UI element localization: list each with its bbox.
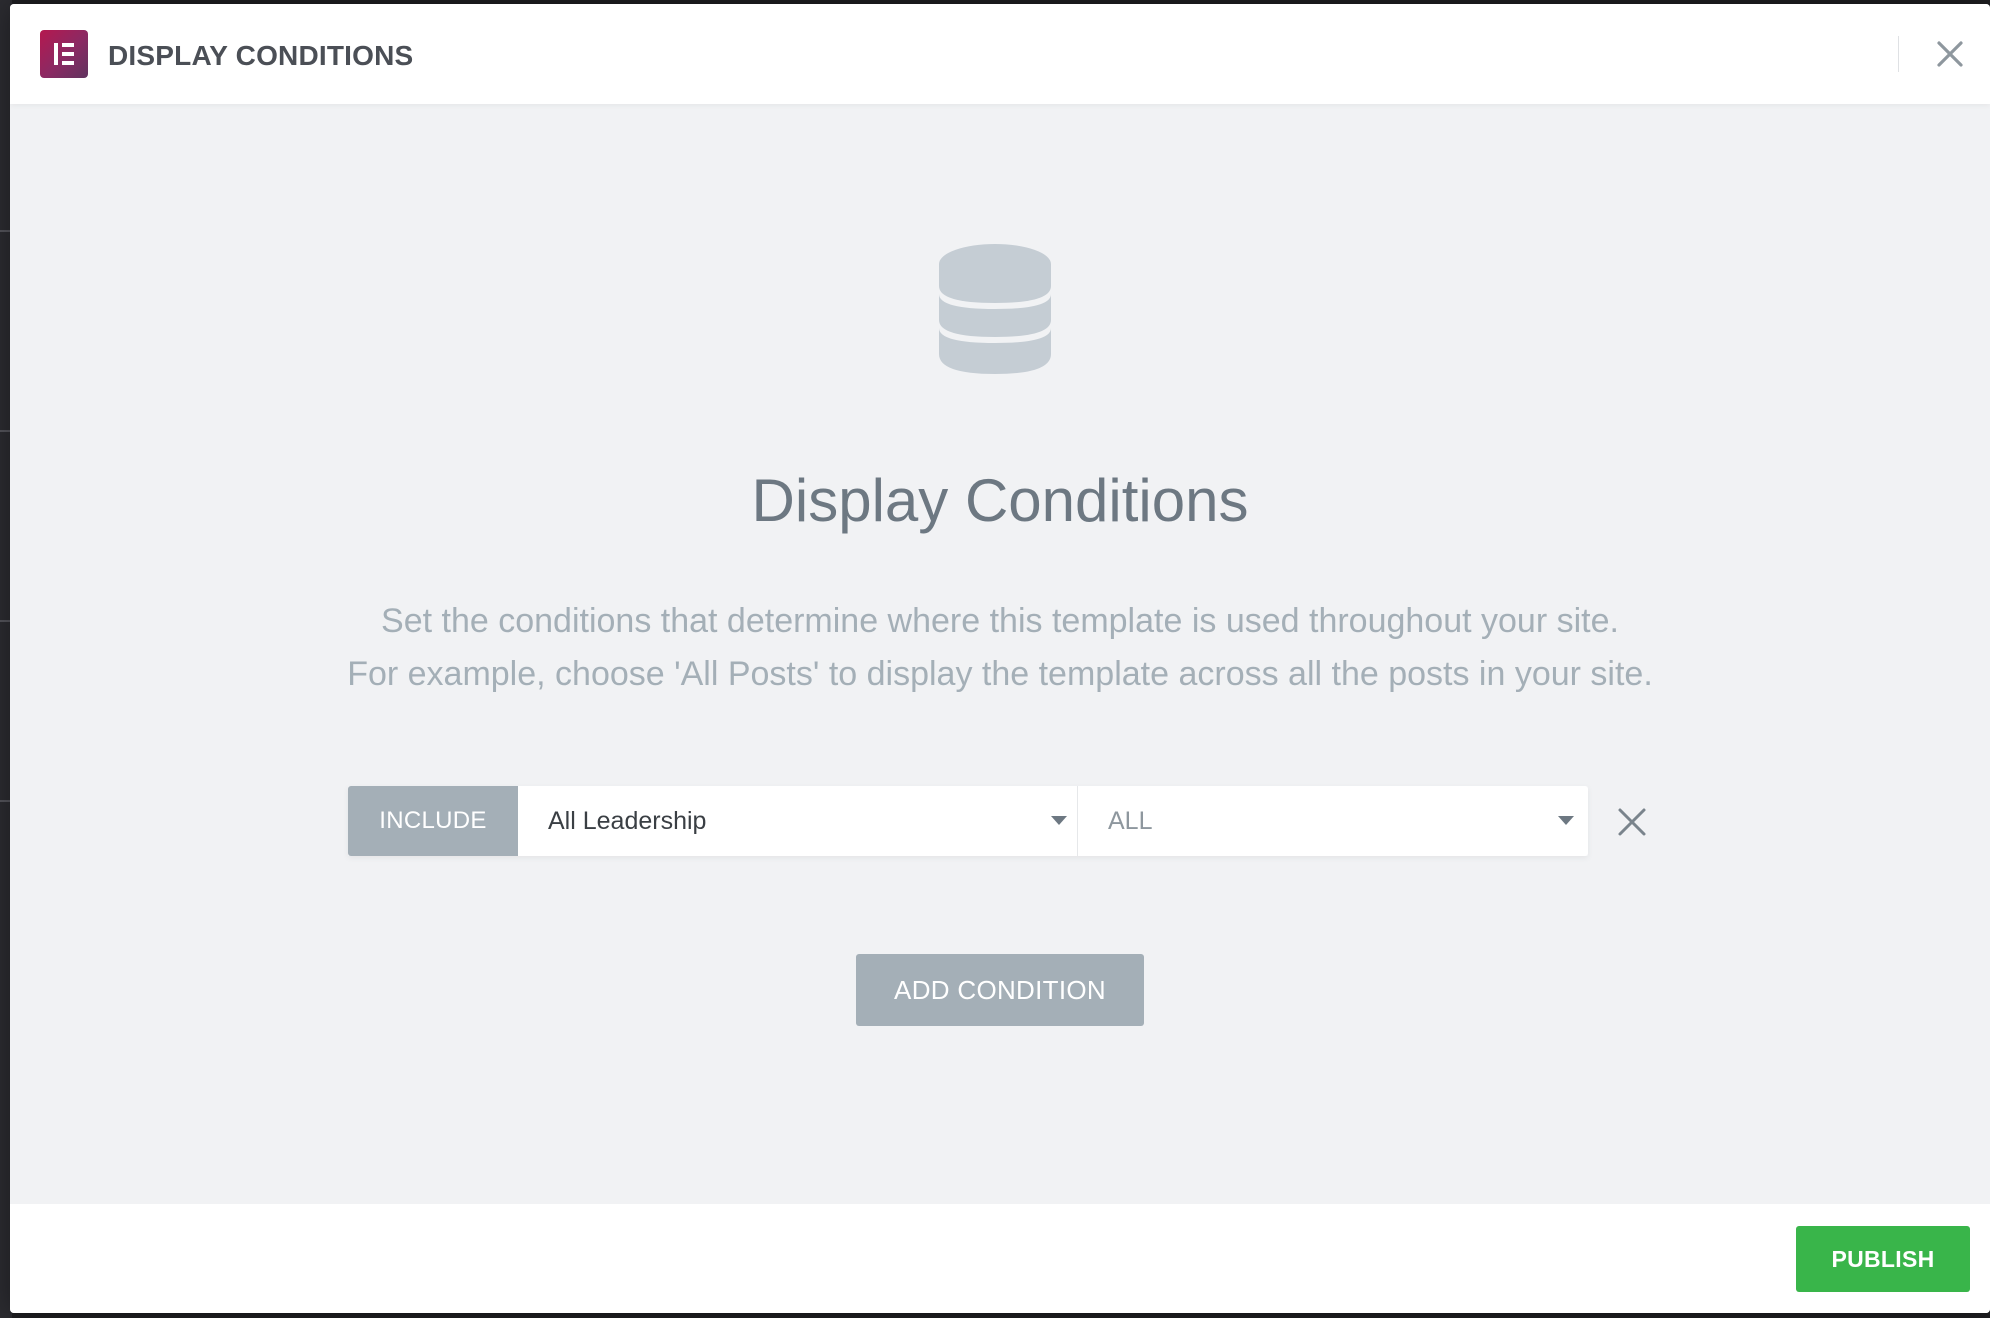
chevron-down-icon [1051, 816, 1067, 825]
remove-condition-icon [1618, 808, 1646, 836]
page-title: Display Conditions [751, 467, 1249, 534]
modal-footer: PUBLISH [10, 1204, 1990, 1313]
modal-title: DISPLAY CONDITIONS [108, 40, 414, 71]
publish-button[interactable]: PUBLISH [1796, 1226, 1970, 1292]
secondary-select-value: ALL [1108, 806, 1153, 835]
modal-body: Display Conditions Set the conditions th… [10, 104, 1990, 1204]
elementor-logo-icon [40, 30, 88, 78]
header-divider [1898, 36, 1899, 72]
condition-row: INCLUDE All Leadership ALL [348, 786, 1588, 856]
description-line-1: Set the conditions that determine where … [381, 602, 1619, 640]
close-button[interactable] [1930, 34, 1970, 74]
modal-header: DISPLAY CONDITIONS [10, 4, 1990, 104]
condition-primary-select[interactable]: All Leadership [518, 786, 1078, 856]
remove-condition-button[interactable] [1610, 800, 1654, 844]
display-conditions-modal: DISPLAY CONDITIONS Display Conditions Se… [10, 4, 1990, 1313]
chevron-down-icon [1558, 816, 1574, 825]
primary-select-value: All Leadership [548, 806, 707, 835]
include-toggle-button[interactable]: INCLUDE [348, 786, 518, 856]
description-line-2: For example, choose 'All Posts' to displ… [347, 655, 1653, 693]
database-icon [939, 244, 1051, 374]
add-condition-button[interactable]: ADD CONDITION [856, 954, 1144, 1026]
close-icon [1937, 41, 1963, 67]
condition-secondary-select[interactable]: ALL [1078, 786, 1588, 856]
